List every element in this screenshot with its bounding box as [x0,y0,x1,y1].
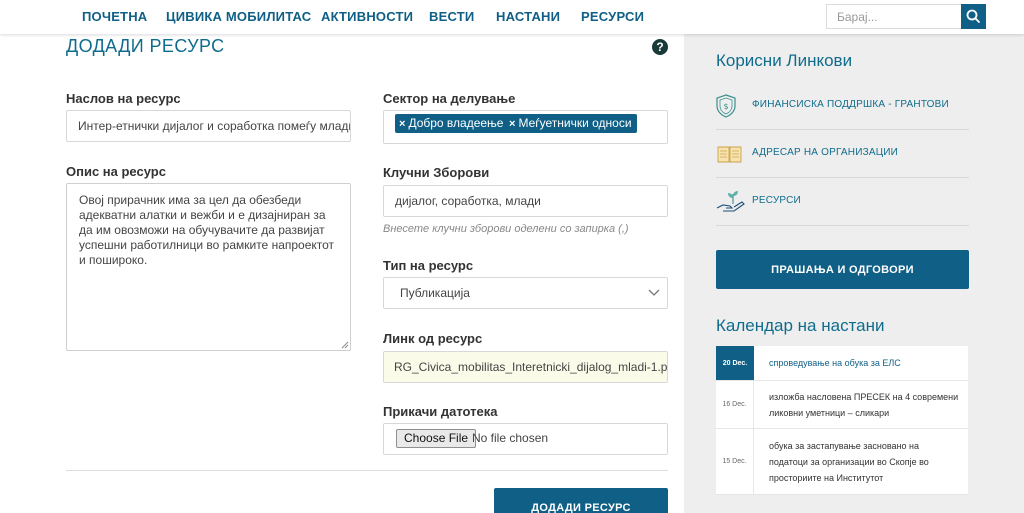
resource-type-label: Тип на ресурс [383,258,474,273]
help-icon[interactable]: ? [652,39,668,55]
add-resource-button[interactable]: ДОДАДИ РЕСУРС [494,488,668,513]
form-divider [66,470,668,471]
sidebar-link-label: ФИНАНСИСКА ПОДДРШКА - ГРАНТОВИ [752,99,949,110]
sidebar-link-label: АДРЕСАР НА ОРГАНИЗАЦИИ [752,147,899,158]
keywords-hint: Внесете клучни зборови оделени со запирк… [383,223,629,235]
resource-type-select[interactable]: Публикација [383,277,668,309]
nav-item-home[interactable]: ПОЧЕТНА [82,9,147,24]
event-date: 16 Dec. [716,381,754,428]
resource-link-label: Линк од ресурс [383,331,483,346]
page-title: ДОДАДИ РЕСУРС [66,36,225,56]
chevron-down-icon [648,289,660,296]
resize-grip-icon[interactable] [341,341,349,349]
search-icon [966,9,980,23]
sidebar-link-grants[interactable]: $ ФИНАНСИСКА ПОДДРШКА - ГРАНТОВИ [716,82,969,130]
faq-button[interactable]: ПРАШАЊА И ОДГОВОРИ [716,250,969,289]
sector-label: Сектор на делување [383,91,516,106]
sidebar: Корисни Линкови $ ФИНАНСИСКА ПОДДРШКА - … [684,34,1024,513]
event-item[interactable]: 15 Dec. обука за застапување засновано н… [716,429,968,495]
keywords-input[interactable]: дијалог, соработка, млади [383,185,668,217]
search-button[interactable] [961,4,986,29]
resource-title-label: Наслов на ресурс [66,91,181,106]
event-item[interactable]: 20 Dec. спроведување на обука за ЕЛС [716,346,968,381]
sector-tag: × Меѓуетнички односи [505,114,637,133]
search-box [826,4,986,29]
events-calendar-heading: Календар на настани [716,316,885,335]
top-navigation: ПОЧЕТНА ЦИВИКА МОБИЛИТАС АКТИВНОСТИ ВЕСТ… [0,0,1024,34]
nav-item-news[interactable]: ВЕСТИ [429,9,474,24]
file-upload: Choose File No file chosen [383,423,668,455]
sector-tag: × Добро владеење [395,114,509,133]
hand-plant-icon [716,191,745,212]
event-date: 15 Dec. [716,429,754,494]
shield-dollar-icon: $ [716,94,736,118]
event-title: спроведување на обука за ЕЛС [769,358,901,368]
remove-tag-icon[interactable]: × [399,118,405,130]
nav-item-activities[interactable]: АКТИВНОСТИ [321,9,413,24]
add-resource-form: ДОДАДИ РЕСУРС ? Наслов на ресурс Интер-е… [0,34,684,513]
sidebar-link-resources[interactable]: РЕСУРСИ [716,178,969,226]
file-status: No file chosen [472,431,549,445]
sector-tag-input[interactable]: × Добро владеење × Меѓуетнички односи [383,110,668,144]
resource-title-input[interactable]: Интер-етнички дијалог и соработка помеѓу… [66,110,351,142]
open-book-icon [717,146,742,163]
attach-file-label: Прикачи датотека [383,404,498,419]
keywords-label: Клучни Зборови [383,165,490,180]
choose-file-button[interactable]: Choose File [396,429,477,448]
resource-link-input[interactable]: RG_Civica_mobilitas_Interetnicki_dijalog… [383,351,668,383]
sidebar-link-organizations[interactable]: АДРЕСАР НА ОРГАНИЗАЦИИ [716,130,969,178]
remove-tag-icon[interactable]: × [509,118,515,130]
resource-description-text: Овој прирачник има за цел да обезбеди ад… [79,193,335,267]
useful-links-heading: Корисни Линкови [716,51,853,70]
sidebar-link-label: РЕСУРСИ [752,195,801,206]
event-item[interactable]: 16 Dec. изложба насловена ПРЕСЕК на 4 со… [716,381,968,429]
nav-item-events[interactable]: НАСТАНИ [496,9,560,24]
event-title: изложба насловена ПРЕСЕК на 4 современи … [769,391,959,418]
nav-item-resources[interactable]: РЕСУРСИ [581,9,644,24]
resource-description-label: Опис на ресурс [66,164,166,179]
search-input[interactable] [826,4,962,29]
resource-description-textarea[interactable]: Овој прирачник има за цел да обезбеди ад… [66,183,351,351]
event-title: обука за застапување засновано на подато… [769,440,929,483]
event-date: 20 Dec. [716,346,754,380]
resource-type-value: Публикација [400,286,470,300]
svg-text:$: $ [723,102,728,111]
nav-item-civica-mobilitas[interactable]: ЦИВИКА МОБИЛИТАС [166,9,311,24]
